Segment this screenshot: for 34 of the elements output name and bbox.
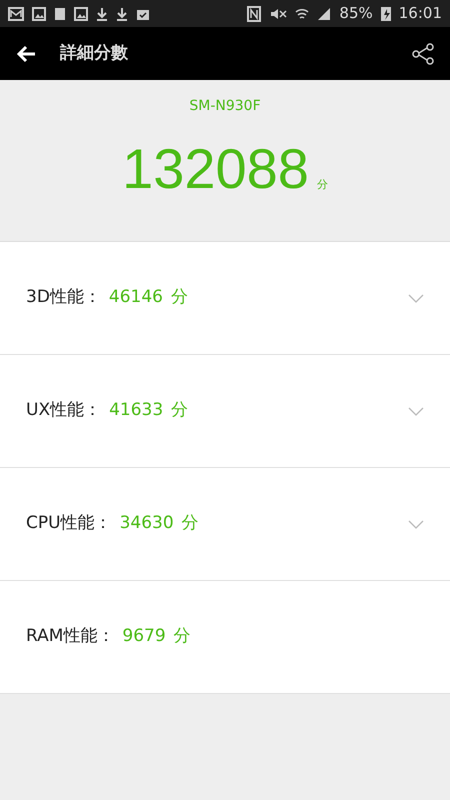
row-score: 46146	[108, 286, 163, 310]
row-unit: 分	[174, 625, 191, 648]
row-label: CPU性能：	[26, 512, 112, 536]
image-icon	[74, 6, 88, 20]
document-icon	[54, 6, 66, 20]
row-label: RAM性能：	[26, 625, 114, 648]
download-icon	[96, 6, 108, 20]
score-unit: 分	[316, 176, 328, 192]
clock: 16:01	[398, 3, 442, 24]
row-label: UX性能：	[26, 399, 102, 422]
battery-percent: 85%	[339, 3, 373, 24]
row-score: 9679	[122, 625, 166, 648]
score-row[interactable]: CPU性能： 34630 分	[0, 468, 450, 581]
share-icon[interactable]	[412, 42, 434, 64]
score-row[interactable]: UX性能： 41633 分	[0, 355, 450, 468]
total-score: 132088	[122, 141, 309, 197]
battery-icon	[380, 6, 391, 21]
download-icon	[116, 6, 128, 20]
row-unit: 分	[182, 512, 199, 536]
signal-icon	[317, 6, 332, 20]
row-label: 3D性能：	[26, 286, 101, 310]
image-icon	[32, 6, 46, 20]
device-model: SM-N930F	[189, 97, 261, 116]
page-title: 詳細分數	[60, 42, 129, 65]
score-row[interactable]: 3D性能： 46146 分	[0, 242, 450, 355]
mail-icon	[8, 6, 24, 20]
back-arrow-icon[interactable]	[16, 44, 36, 62]
nfc-icon	[247, 6, 262, 22]
row-unit: 分	[171, 286, 188, 310]
row-score: 34630	[120, 512, 174, 536]
mute-icon	[269, 6, 288, 20]
row-unit: 分	[171, 399, 188, 422]
wifi-icon	[295, 6, 310, 20]
row-score: 41633	[109, 399, 164, 422]
